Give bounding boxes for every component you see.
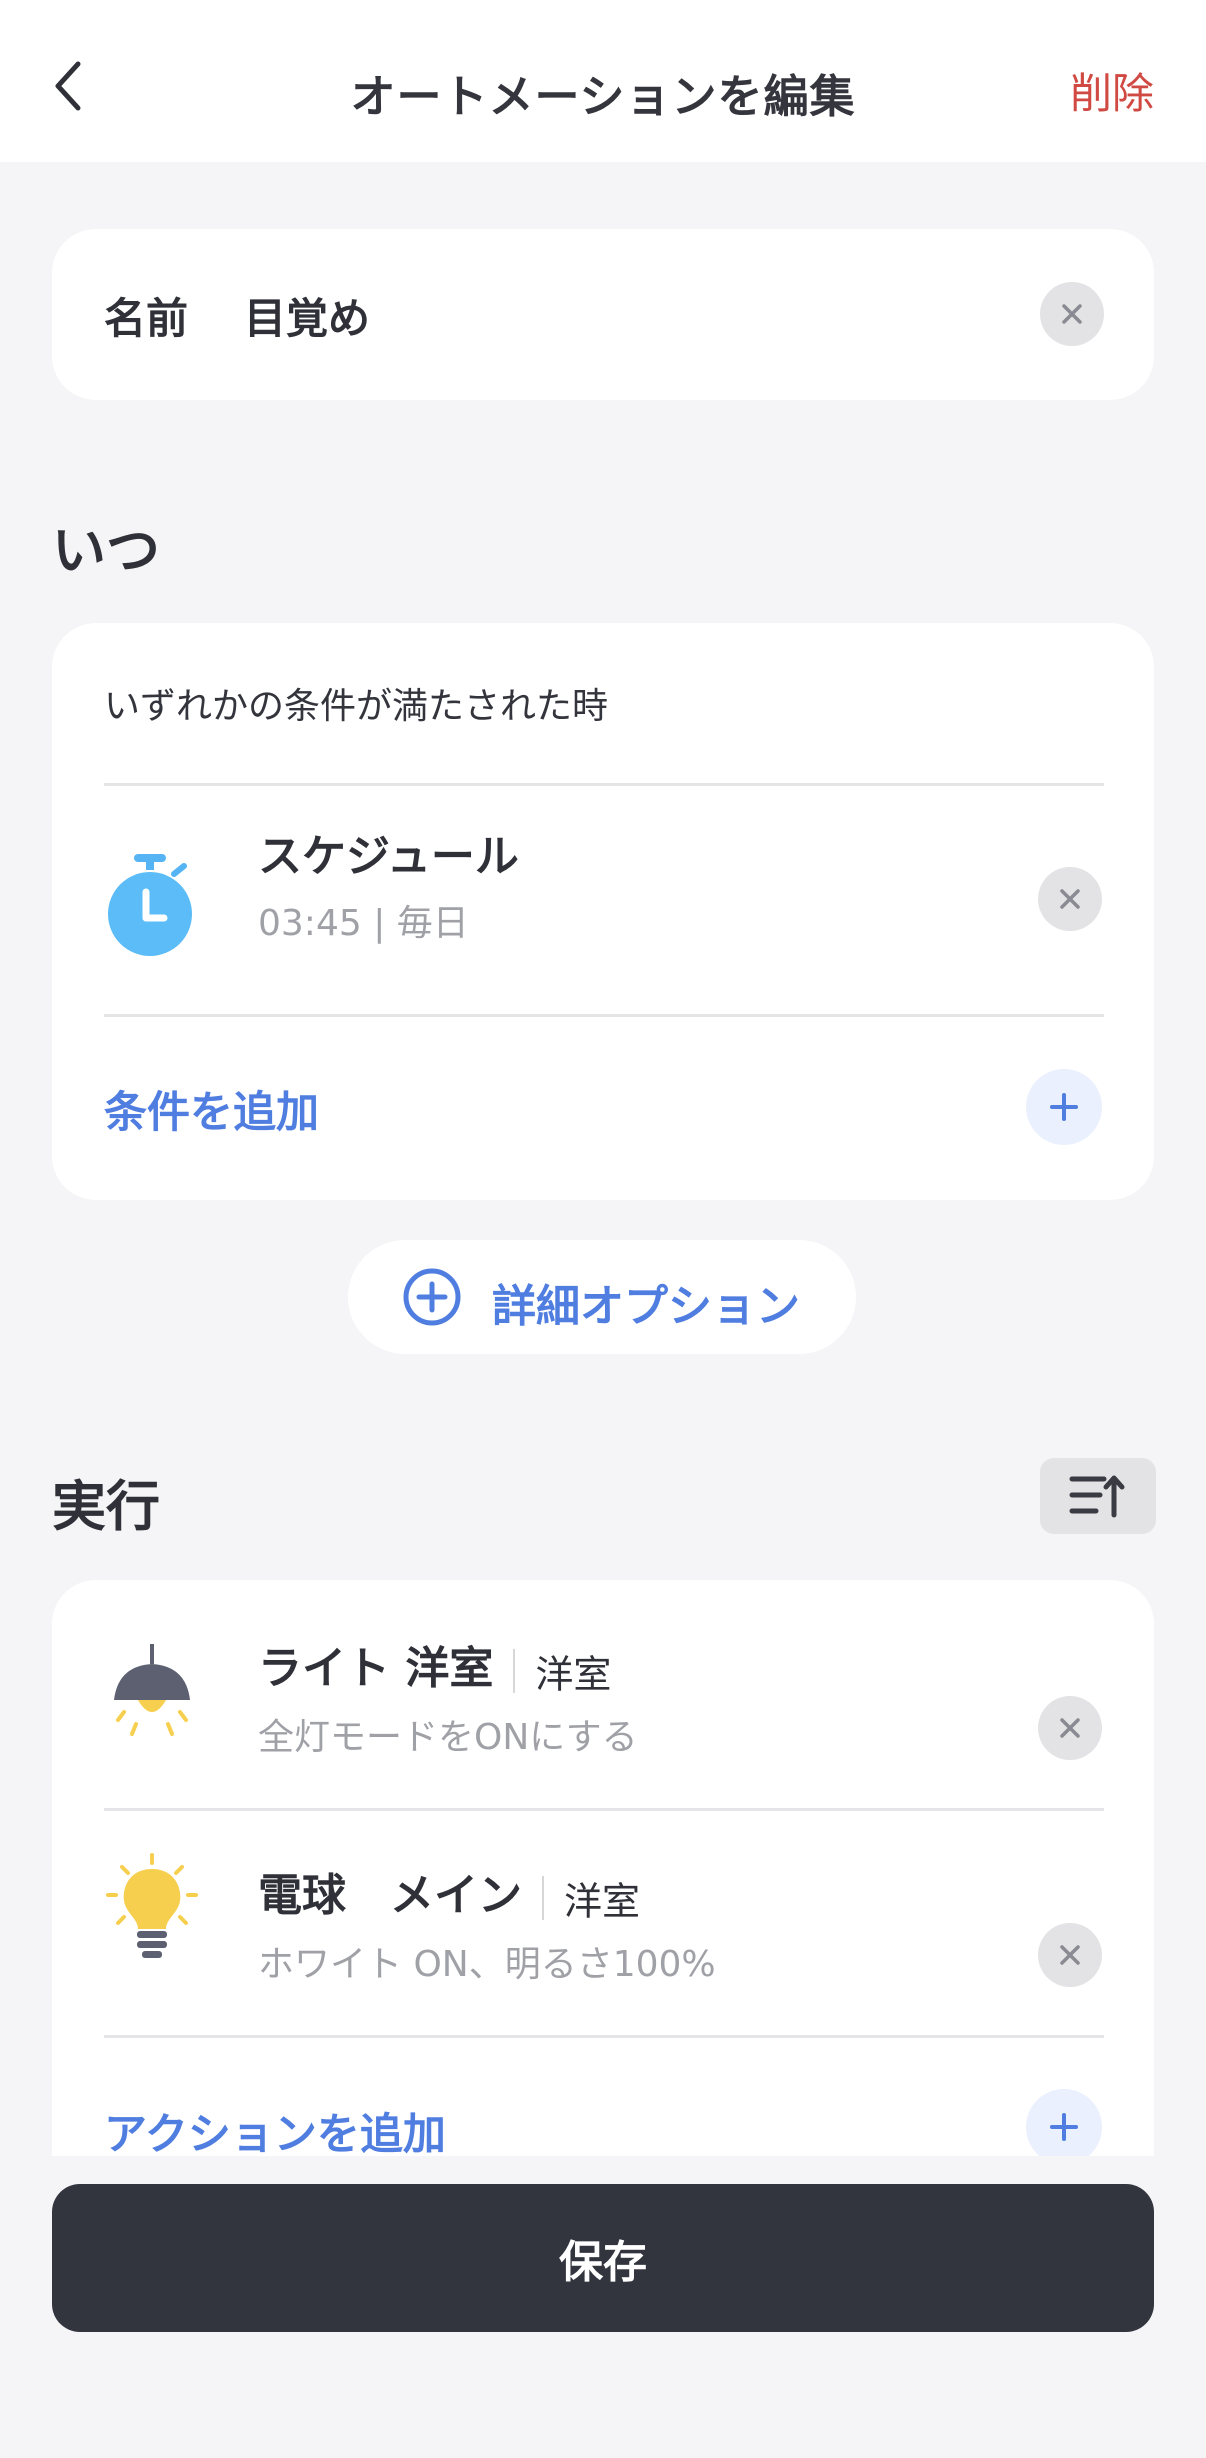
page-title: オートメーションを編集 — [350, 70, 856, 123]
condition-title: スケジュール — [258, 831, 519, 882]
close-icon — [1060, 889, 1080, 909]
condition-subtitle: 03:45 | 毎日 — [258, 903, 469, 944]
plus-icon — [1050, 1093, 1078, 1121]
remove-action-button[interactable] — [1038, 1696, 1102, 1760]
stopwatch-icon — [108, 854, 192, 956]
add-condition-button[interactable] — [1026, 1069, 1102, 1145]
divider — [104, 1014, 1104, 1017]
close-icon — [1060, 1945, 1080, 1965]
action-title-row: 電球 メイン 洋室 — [258, 1859, 640, 1926]
save-button[interactable]: 保存 — [52, 2184, 1154, 2332]
action-title: 電球 メイン — [258, 1870, 522, 1921]
when-card: いずれかの条件が満たされた時 スケジュール 03:45 | 毎日 条件を追加 — [52, 623, 1154, 1200]
light-bulb-icon — [106, 1853, 198, 1958]
remove-condition-button[interactable] — [1038, 867, 1102, 931]
save-label: 保存 — [559, 2237, 647, 2288]
separator — [542, 1876, 544, 1920]
condition-item-schedule[interactable]: スケジュール 03:45 | 毎日 — [52, 786, 1154, 1014]
remove-action-button[interactable] — [1038, 1923, 1102, 1987]
action-subtitle: ホワイト ON、明るさ100% — [258, 1944, 716, 1985]
action-item-bulb[interactable]: 電球 メイン 洋室 ホワイト ON、明るさ100% — [52, 1811, 1154, 2035]
execute-section-title: 実行 — [52, 1475, 160, 1538]
action-title-row: ライト 洋室 洋室 — [258, 1632, 611, 1699]
top-bar: オートメーションを編集 削除 — [0, 0, 1206, 162]
when-section-title: いつ — [52, 519, 160, 582]
add-action-link[interactable]: アクションを追加 — [104, 2100, 446, 2162]
plus-icon — [1050, 2113, 1078, 2141]
reorder-button[interactable] — [1040, 1458, 1156, 1534]
action-room: 洋室 — [564, 1879, 641, 1924]
sort-icon — [1069, 1475, 1125, 1518]
condition-mode-selector[interactable]: いずれかの条件が満たされた時 — [104, 677, 608, 729]
action-item-light[interactable]: ライト 洋室 洋室 全灯モードをONにする — [52, 1580, 1154, 1808]
close-icon — [1062, 304, 1082, 324]
close-icon — [1060, 1718, 1080, 1738]
add-action-button[interactable] — [1026, 2089, 1102, 2165]
name-field[interactable]: 目覚め — [244, 285, 370, 346]
advanced-options-label: 詳細オプション — [492, 1281, 800, 1332]
divider — [104, 2035, 1104, 2038]
clear-name-button[interactable] — [1040, 282, 1104, 346]
name-label: 名前 — [104, 294, 189, 343]
action-title: ライト 洋室 — [258, 1643, 494, 1694]
separator — [513, 1649, 516, 1693]
delete-button[interactable]: 削除 — [1070, 60, 1154, 121]
name-card: 名前 目覚め — [52, 229, 1154, 400]
action-subtitle: 全灯モードをONにする — [258, 1717, 638, 1758]
plus-circle-icon — [403, 1268, 461, 1326]
action-room: 洋室 — [535, 1652, 612, 1697]
ceiling-lamp-icon — [114, 1644, 190, 1736]
add-condition-link[interactable]: 条件を追加 — [104, 1078, 319, 1140]
advanced-options-button[interactable]: 詳細オプション — [348, 1240, 856, 1354]
